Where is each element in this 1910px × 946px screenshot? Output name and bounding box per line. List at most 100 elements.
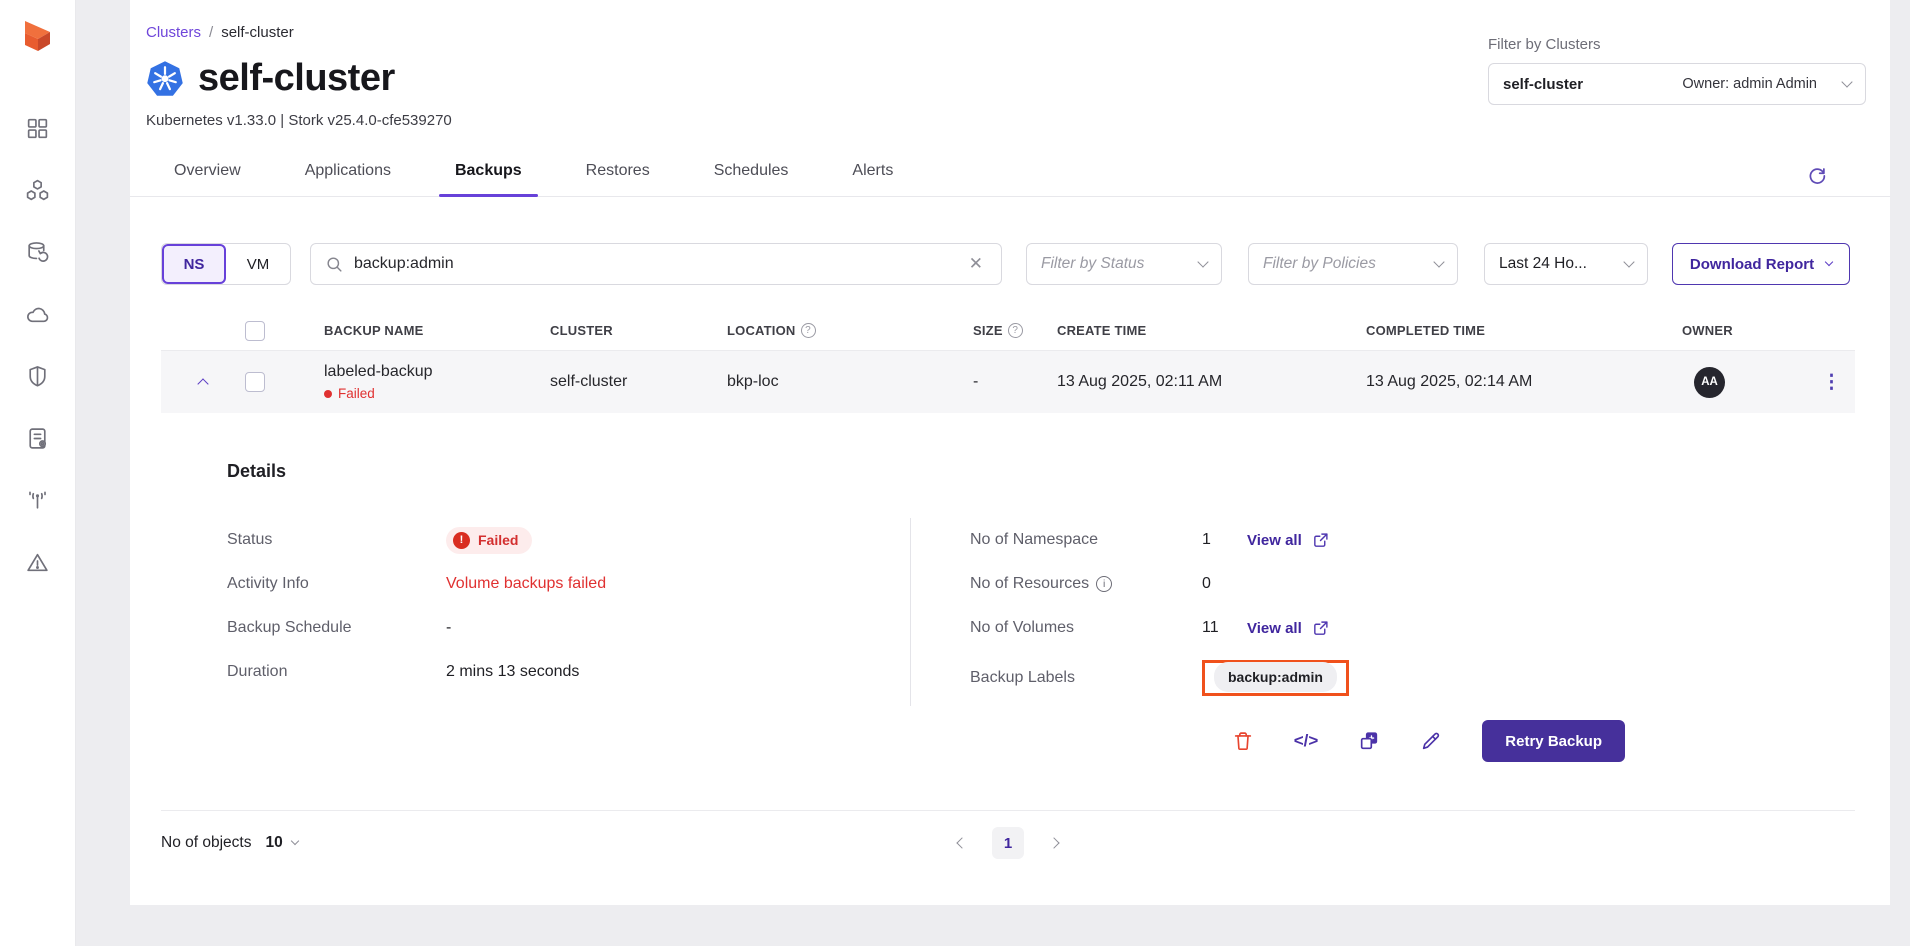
- policies-placeholder: Filter by Policies: [1263, 255, 1376, 273]
- status-label: Status: [227, 531, 446, 549]
- previous-page-button[interactable]: [954, 830, 970, 856]
- rules-document-icon[interactable]: [25, 426, 50, 451]
- cluster-version-subtitle: Kubernetes v1.33.0 | Stork v25.4.0-cfe53…: [146, 112, 1890, 129]
- search-icon: [325, 255, 344, 274]
- search-input[interactable]: [354, 255, 965, 273]
- details-title: Details: [227, 461, 1855, 482]
- backup-restore-db-icon[interactable]: [25, 240, 50, 265]
- row-status: Failed: [324, 386, 550, 401]
- duplicate-backup-icon[interactable]: [1358, 730, 1380, 752]
- filter-by-policies-select[interactable]: Filter by Policies: [1248, 243, 1458, 285]
- cloud-settings-icon[interactable]: [25, 302, 50, 327]
- breadcrumb-separator: /: [209, 24, 213, 41]
- main-panel: Clusters / self-cluster self-cluster Kub…: [130, 0, 1890, 905]
- filter-by-status-select[interactable]: Filter by Status: [1026, 243, 1222, 285]
- row-actions-kebab-icon[interactable]: ⋮: [1808, 379, 1855, 386]
- toggle-vm-button[interactable]: VM: [226, 244, 290, 284]
- resources-count: 0: [1202, 575, 1247, 593]
- toggle-ns-button[interactable]: NS: [162, 244, 226, 284]
- delete-backup-icon[interactable]: [1232, 730, 1254, 752]
- chevron-left-icon: [956, 837, 967, 848]
- current-page-button[interactable]: 1: [992, 827, 1024, 859]
- row-size: -: [973, 373, 1057, 391]
- retry-backup-button[interactable]: Retry Backup: [1482, 720, 1625, 762]
- cluster-filter-dropdown[interactable]: self-cluster Owner: admin Admin: [1488, 63, 1866, 105]
- details-actions: </> Retry Backup: [161, 720, 1855, 762]
- dashboard-grid-icon[interactable]: [25, 116, 50, 141]
- backup-schedule-label: Backup Schedule: [227, 619, 446, 637]
- breadcrumb-clusters-link[interactable]: Clusters: [146, 24, 201, 41]
- col-owner: OWNER: [1682, 323, 1808, 338]
- filter-toolbar: NS VM ✕ Filter by Status Filter by Polic…: [161, 243, 1855, 285]
- topbar: Clusters / self-cluster self-cluster Kub…: [130, 0, 1890, 129]
- clusters-cubes-icon[interactable]: [25, 178, 50, 203]
- details-right-column: No of Namespace 1 View all No of Resourc…: [911, 518, 1855, 706]
- col-location: LOCATION?: [727, 323, 973, 338]
- table-row[interactable]: labeled-backup Failed self-cluster bkp-l…: [161, 351, 1855, 413]
- next-page-button[interactable]: [1046, 830, 1062, 856]
- row-cluster: self-cluster: [550, 373, 727, 391]
- chevron-right-icon: [1048, 837, 1059, 848]
- time-range-value: Last 24 Ho...: [1499, 255, 1587, 273]
- resources-label: No of Resources i: [970, 575, 1202, 593]
- backup-details: Details Status ! Failed Activity Info Vo…: [161, 413, 1855, 762]
- status-failed-badge: ! Failed: [446, 527, 532, 554]
- download-report-button[interactable]: Download Report: [1672, 243, 1850, 285]
- cluster-filter-value: self-cluster: [1503, 76, 1583, 93]
- duration-label: Duration: [227, 663, 446, 681]
- sidebar: [0, 0, 76, 946]
- volumes-label: No of Volumes: [970, 619, 1202, 637]
- tab-schedules[interactable]: Schedules: [712, 162, 791, 196]
- info-icon[interactable]: i: [1096, 576, 1112, 592]
- annotation-highlight-box: backup:admin: [1202, 660, 1349, 696]
- chevron-down-icon: [1623, 256, 1634, 267]
- help-icon[interactable]: ?: [1008, 323, 1023, 338]
- edit-backup-icon[interactable]: [1420, 730, 1442, 752]
- clear-search-icon[interactable]: ✕: [965, 252, 987, 276]
- owner-avatar[interactable]: AA: [1694, 367, 1725, 398]
- search-box: ✕: [310, 243, 1002, 285]
- view-json-icon[interactable]: </>: [1294, 731, 1319, 751]
- tab-applications[interactable]: Applications: [303, 162, 393, 196]
- tab-backups[interactable]: Backups: [453, 162, 524, 196]
- col-size: SIZE?: [973, 323, 1057, 338]
- tab-overview[interactable]: Overview: [172, 162, 243, 196]
- cluster-filter-owner: Owner: admin Admin: [1682, 76, 1817, 92]
- page-title: self-cluster: [198, 57, 395, 100]
- alerts-warning-icon[interactable]: [25, 550, 50, 575]
- portworx-logo-icon[interactable]: [17, 16, 59, 60]
- row-checkbox[interactable]: [245, 372, 265, 392]
- view-all-volumes-link[interactable]: View all: [1247, 620, 1329, 637]
- cluster-filter-label: Filter by Clusters: [1488, 36, 1866, 53]
- chevron-down-icon: [1825, 258, 1833, 266]
- chevron-down-icon: [1197, 256, 1208, 267]
- table-header: BACKUP NAME CLUSTER LOCATION? SIZE? CREA…: [161, 311, 1855, 351]
- kubernetes-icon: [146, 60, 184, 98]
- row-location: bkp-loc: [727, 373, 973, 391]
- refresh-icon[interactable]: [1806, 164, 1828, 186]
- activity-info-label: Activity Info: [227, 575, 446, 593]
- pagination-bar: No of objects 10 1: [161, 811, 1855, 875]
- activity-antenna-icon[interactable]: [25, 488, 50, 513]
- namespace-label: No of Namespace: [970, 531, 1202, 549]
- security-shield-icon[interactable]: [25, 364, 50, 389]
- objects-per-page-label: No of objects: [161, 834, 251, 852]
- row-create-time: 13 Aug 2025, 02:11 AM: [1057, 373, 1366, 391]
- col-cluster: CLUSTER: [550, 323, 727, 338]
- col-backup-name: BACKUP NAME: [301, 323, 550, 338]
- collapse-row-button[interactable]: [161, 376, 245, 388]
- cluster-filter: Filter by Clusters self-cluster Owner: a…: [1488, 36, 1866, 105]
- time-range-select[interactable]: Last 24 Ho...: [1484, 243, 1648, 285]
- volumes-count: 11: [1202, 619, 1247, 637]
- help-icon[interactable]: ?: [801, 323, 816, 338]
- chevron-down-icon: [1433, 256, 1444, 267]
- tab-restores[interactable]: Restores: [584, 162, 652, 196]
- backup-name: labeled-backup: [324, 363, 550, 381]
- view-all-namespaces-link[interactable]: View all: [1247, 532, 1329, 549]
- select-all-checkbox[interactable]: [245, 321, 265, 341]
- chevron-up-icon: [197, 378, 208, 389]
- row-completed-time: 13 Aug 2025, 02:14 AM: [1366, 373, 1682, 391]
- tab-alerts[interactable]: Alerts: [850, 162, 895, 196]
- objects-per-page-select[interactable]: 10: [265, 834, 297, 852]
- chevron-down-icon: [1841, 76, 1852, 87]
